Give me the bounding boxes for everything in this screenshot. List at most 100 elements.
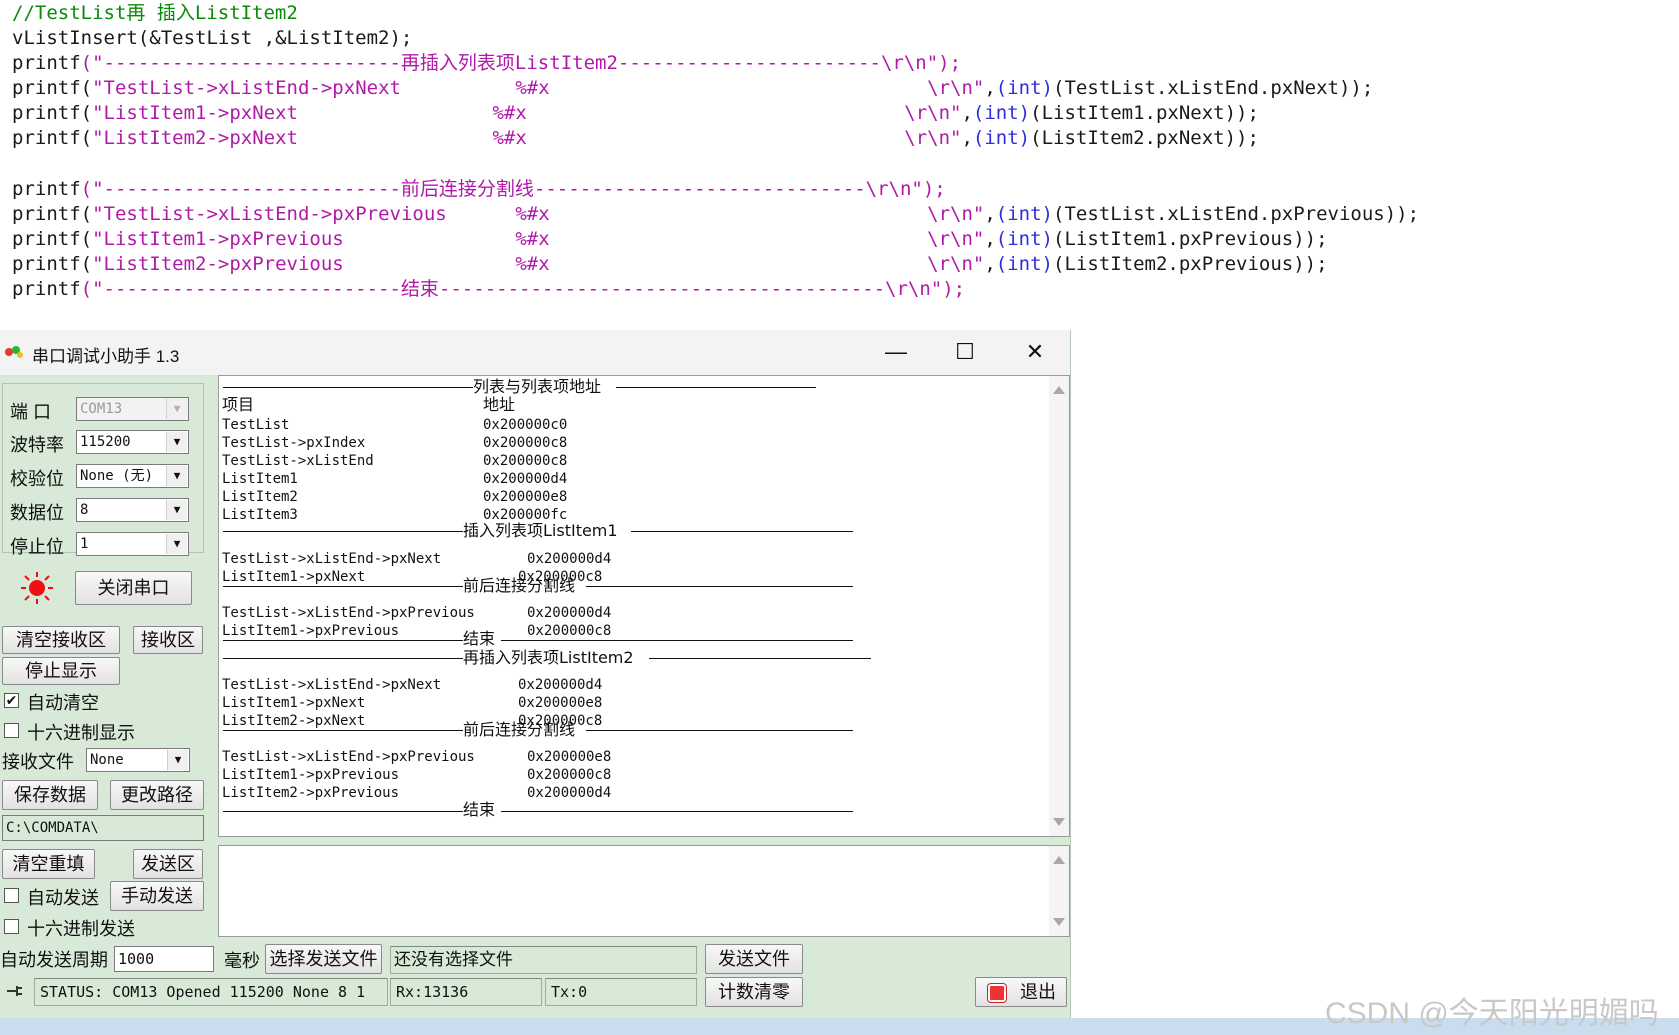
receive-row-key: ListItem1->pxPrevious bbox=[222, 623, 400, 639]
parity-select[interactable]: None (无) ▼ bbox=[76, 464, 189, 488]
exit-button[interactable]: 退出 bbox=[975, 977, 1067, 1007]
save-data-button[interactable]: 保存数据 bbox=[2, 780, 98, 810]
receive-row-key: TestList->xListEnd->pxNext bbox=[222, 677, 442, 693]
save-path-field[interactable]: C:\COMDATA\ bbox=[2, 815, 204, 841]
receive-row-key: TestList->pxIndex bbox=[222, 435, 366, 451]
chevron-down-icon: ▼ bbox=[166, 466, 187, 486]
scroll-down-icon[interactable] bbox=[1053, 818, 1065, 826]
code-editor: //TestList再 插入ListItem2 vListInsert(&Tes… bbox=[0, 0, 1679, 330]
selected-file-field: 还没有选择文件 bbox=[390, 946, 697, 974]
receive-heading-sep2: 前后连接分割线 bbox=[463, 720, 576, 739]
hex-send-checkbox[interactable] bbox=[4, 919, 19, 934]
code-line-next-3: printf("ListItem2->pxNext %#x \r\n",(int… bbox=[12, 127, 1259, 149]
code-line-prev-2: printf("ListItem1->pxPrevious %#x \r\n",… bbox=[12, 228, 1328, 250]
databits-label: 数据位 bbox=[10, 503, 64, 523]
clear-receive-button[interactable]: 清空接收区 bbox=[2, 626, 120, 654]
rx-counter: Rx:13136 bbox=[390, 978, 542, 1006]
receive-row-value: 0x200000d4 bbox=[527, 605, 612, 621]
send-input[interactable] bbox=[218, 845, 1070, 937]
send-area-button[interactable]: 发送区 bbox=[133, 849, 203, 879]
code-line-prev-3: printf("ListItem2->pxPrevious %#x \r\n",… bbox=[12, 253, 1328, 275]
window-title: 串口调试小助手 1.3 bbox=[32, 347, 180, 366]
receive-heading-insert2: 再插入列表项ListItem2 bbox=[463, 648, 634, 667]
code-line-prev-1: printf("TestList->xListEnd->pxPrevious %… bbox=[12, 203, 1420, 225]
send-file-button[interactable]: 发送文件 bbox=[705, 944, 803, 974]
title-bar[interactable]: 串口调试小助手 1.3 — ☐ ✕ bbox=[0, 330, 1070, 376]
maximize-button[interactable]: ☐ bbox=[945, 336, 985, 368]
code-line-footer: printf("--------------------------结束----… bbox=[12, 278, 966, 300]
reset-count-button[interactable]: 计数清零 bbox=[705, 977, 803, 1007]
receive-row-key: ListItem1->pxPrevious bbox=[222, 767, 400, 783]
receive-row-value: 0x200000c0 bbox=[483, 417, 568, 433]
auto-send-checkbox[interactable] bbox=[4, 888, 19, 903]
receive-row-key: ListItem2->pxPrevious bbox=[222, 785, 400, 801]
code-line-next-2: printf("ListItem1->pxNext %#x \r\n",(int… bbox=[12, 102, 1259, 124]
hex-send-label: 十六进制发送 bbox=[27, 919, 135, 939]
change-path-button[interactable]: 更改路径 bbox=[110, 780, 204, 810]
receive-row-value: 0x200000e8 bbox=[483, 489, 568, 505]
app-icon bbox=[5, 346, 23, 358]
status-text: STATUS: COM13 Opened 115200 None 8 1 bbox=[34, 978, 388, 1006]
send-period-label: 自动发送周期 bbox=[0, 950, 108, 970]
receive-row-value: 0x200000c8 bbox=[483, 453, 568, 469]
receive-row-key: ListItem2->pxNext bbox=[222, 713, 366, 729]
code-line-next-1: printf("TestList->xListEnd->pxNext %#x \… bbox=[12, 77, 1374, 99]
minimize-button[interactable]: — bbox=[876, 336, 916, 368]
stopbits-select[interactable]: 1 ▼ bbox=[76, 532, 189, 556]
chevron-down-icon: ▼ bbox=[166, 399, 187, 419]
close-window-button[interactable]: ✕ bbox=[1015, 336, 1055, 368]
scroll-up-icon[interactable] bbox=[1053, 856, 1065, 864]
code-line-header-sep: printf("--------------------------前后连接分割… bbox=[12, 178, 946, 200]
close-port-button[interactable]: 关闭串口 bbox=[75, 571, 192, 605]
code-line-header-insert2: printf("--------------------------再插入列表项… bbox=[12, 52, 962, 74]
receive-row-key: TestList->xListEnd->pxNext bbox=[222, 551, 442, 567]
choose-send-file-button[interactable]: 选择发送文件 bbox=[265, 944, 382, 974]
receive-row-value: 0x200000d4 bbox=[483, 471, 568, 487]
baud-label: 波特率 bbox=[10, 435, 64, 455]
receive-area-button[interactable]: 接收区 bbox=[133, 626, 203, 654]
baud-select[interactable]: 115200 ▼ bbox=[76, 430, 189, 454]
receive-row-value: 0x200000d4 bbox=[518, 677, 603, 693]
chevron-down-icon: ▼ bbox=[166, 500, 187, 520]
clear-resend-button[interactable]: 清空重填 bbox=[2, 849, 95, 879]
receive-heading-insert1: 插入列表项ListItem1 bbox=[463, 521, 618, 540]
receive-col-item: 项目 bbox=[222, 395, 255, 414]
manual-send-button[interactable]: 手动发送 bbox=[110, 881, 204, 911]
receive-heading-end2: 结束 bbox=[463, 800, 496, 819]
receive-row-key: TestList->xListEnd->pxPrevious bbox=[222, 605, 475, 621]
stop-display-button[interactable]: 停止显示 bbox=[2, 657, 120, 685]
stopbits-label: 停止位 bbox=[10, 537, 64, 557]
receive-heading-end1: 结束 bbox=[463, 629, 496, 648]
ms-label: 毫秒 bbox=[224, 951, 260, 971]
auto-clear-checkbox[interactable]: ✔ bbox=[4, 693, 19, 708]
receive-area[interactable]: 列表与列表项地址 项目 地址 TestList 0x200000c0 TestLi… bbox=[218, 375, 1070, 837]
send-period-input[interactable]: 1000 bbox=[114, 946, 214, 972]
watermark: CSDN @今天阳光明媚吗 bbox=[1325, 997, 1659, 1030]
receive-scrollbar[interactable] bbox=[1049, 376, 1069, 836]
receive-file-select[interactable]: None ▼ bbox=[86, 748, 190, 772]
receive-row-key: TestList->xListEnd->pxPrevious bbox=[222, 749, 475, 765]
scroll-up-icon[interactable] bbox=[1053, 386, 1065, 394]
receive-row-key: TestList bbox=[222, 417, 290, 433]
code-comment: //TestList再 插入ListItem2 bbox=[12, 2, 298, 24]
hex-display-label: 十六进制显示 bbox=[27, 723, 135, 743]
receive-row-key: ListItem1 bbox=[222, 471, 298, 487]
databits-select[interactable]: 8 ▼ bbox=[76, 498, 189, 522]
hex-display-checkbox[interactable] bbox=[4, 723, 19, 738]
auto-send-label: 自动发送 bbox=[27, 888, 99, 908]
receive-heading-sep1: 前后连接分割线 bbox=[463, 576, 576, 595]
pin-icon[interactable] bbox=[3, 980, 25, 1002]
port-select[interactable]: COM13 ▼ bbox=[76, 397, 189, 421]
receive-row-value: 0x200000e8 bbox=[518, 695, 603, 711]
send-scrollbar[interactable] bbox=[1049, 846, 1069, 936]
chevron-down-icon: ▼ bbox=[166, 432, 187, 452]
receive-col-addr: 地址 bbox=[483, 395, 516, 414]
receive-row-value: 0x200000c8 bbox=[483, 435, 568, 451]
code-insert-line: vListInsert(&TestList ,&ListItem2); bbox=[12, 27, 413, 49]
port-label: 端 口 bbox=[10, 402, 52, 422]
receive-row-key: TestList->xListEnd bbox=[222, 453, 374, 469]
port-status-led-icon bbox=[21, 572, 53, 604]
scroll-down-icon[interactable] bbox=[1053, 918, 1065, 926]
power-icon bbox=[988, 984, 1006, 1002]
serial-assistant-window: 串口调试小助手 1.3 — ☐ ✕ 端 口 COM13 ▼ 波特率 115200 ▼… bbox=[0, 330, 1071, 1018]
